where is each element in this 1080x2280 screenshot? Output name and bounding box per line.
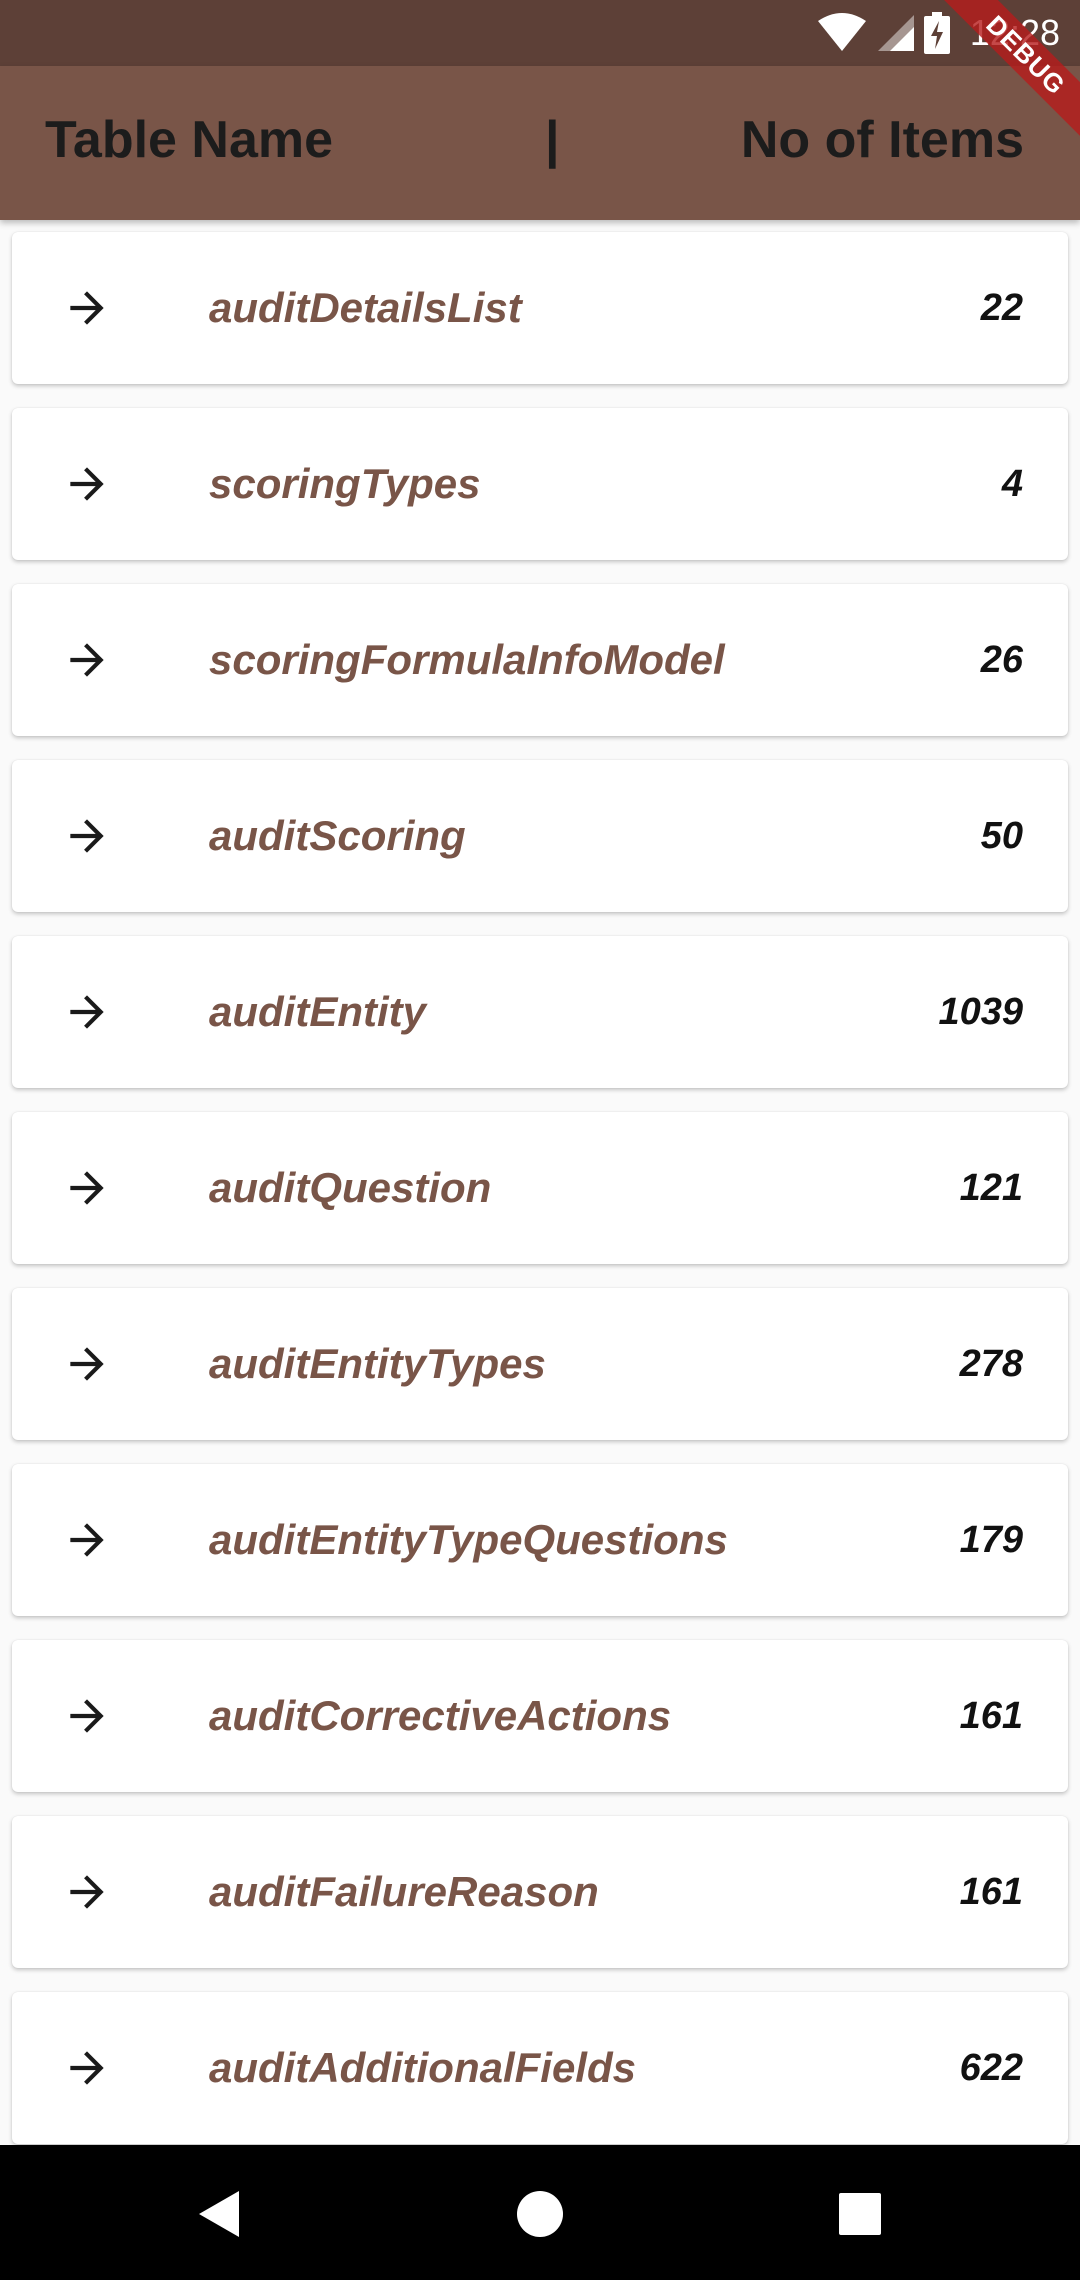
table-card[interactable]: scoringTypes 4	[12, 408, 1068, 560]
arrow-forward-icon	[70, 1347, 104, 1381]
item-count: 179	[959, 1519, 1023, 1561]
table-card[interactable]: auditQuestion 121	[12, 1112, 1068, 1264]
status-time: 12:28	[969, 12, 1060, 53]
table-name: scoringTypes	[209, 460, 481, 507]
item-count: 161	[959, 1871, 1023, 1913]
table-card[interactable]: scoringFormulaInfoModel 26	[12, 584, 1068, 736]
item-count: 121	[959, 1167, 1023, 1209]
header-separator: |	[545, 111, 560, 169]
table-card[interactable]: auditEntity 1039	[12, 936, 1068, 1088]
app-bar: Table Name | No of Items	[0, 66, 1080, 220]
arrow-forward-icon	[70, 1699, 104, 1733]
item-count: 26	[980, 639, 1023, 681]
table-name: scoringFormulaInfoModel	[209, 636, 725, 683]
battery-charging-icon	[923, 12, 950, 54]
arrow-forward-icon	[70, 995, 104, 1029]
arrow-forward-icon	[70, 1875, 104, 1909]
table-card[interactable]: auditAdditionalFields 622	[12, 1992, 1068, 2144]
item-count: 622	[959, 2047, 1023, 2089]
table-name: auditFailureReason	[209, 1868, 599, 1915]
table-name: auditDetailsList	[209, 284, 522, 331]
home-icon[interactable]	[505, 2179, 575, 2249]
status-icons: 12:28	[817, 8, 1060, 58]
item-count: 4	[1001, 463, 1023, 505]
signal-icon	[877, 15, 914, 51]
arrow-forward-icon	[70, 291, 104, 325]
arrow-forward-icon	[70, 2051, 104, 2085]
item-count: 161	[959, 1695, 1023, 1737]
table-name: auditCorrectiveActions	[209, 1692, 672, 1739]
status-bar: 12:28	[0, 0, 1080, 66]
item-count: 278	[959, 1343, 1023, 1385]
header-item-count: No of Items	[740, 111, 1024, 169]
item-count: 1039	[938, 991, 1023, 1033]
header-table-name: Table Name	[45, 111, 334, 169]
arrow-forward-icon	[70, 1171, 104, 1205]
table-card[interactable]: auditFailureReason 161	[12, 1816, 1068, 1968]
arrow-forward-icon	[70, 819, 104, 853]
table-name: auditQuestion	[209, 1164, 492, 1211]
table-name: auditEntityTypeQuestions	[209, 1516, 728, 1563]
table-card[interactable]: auditEntityTypeQuestions 179	[12, 1464, 1068, 1616]
arrow-forward-icon	[70, 643, 104, 677]
item-count: 50	[980, 815, 1023, 857]
table-card[interactable]: auditDetailsList 22	[12, 232, 1068, 384]
back-icon[interactable]	[185, 2179, 255, 2249]
arrow-forward-icon	[70, 467, 104, 501]
table-list: auditDetailsList 22 scoringTypes 4 scori…	[0, 220, 1080, 2145]
table-name: auditEntityTypes	[209, 1340, 546, 1387]
wifi-icon	[817, 13, 866, 51]
recents-icon[interactable]	[825, 2179, 895, 2249]
arrow-forward-icon	[70, 1523, 104, 1557]
item-count: 22	[980, 287, 1023, 329]
table-card[interactable]: auditEntityTypes 278	[12, 1288, 1068, 1440]
system-nav-bar	[0, 2145, 1080, 2280]
table-name: auditAdditionalFields	[209, 2044, 636, 2091]
table-name: auditScoring	[209, 812, 466, 859]
table-card[interactable]: auditScoring 50	[12, 760, 1068, 912]
table-name: auditEntity	[209, 988, 426, 1035]
table-card[interactable]: auditCorrectiveActions 161	[12, 1640, 1068, 1792]
